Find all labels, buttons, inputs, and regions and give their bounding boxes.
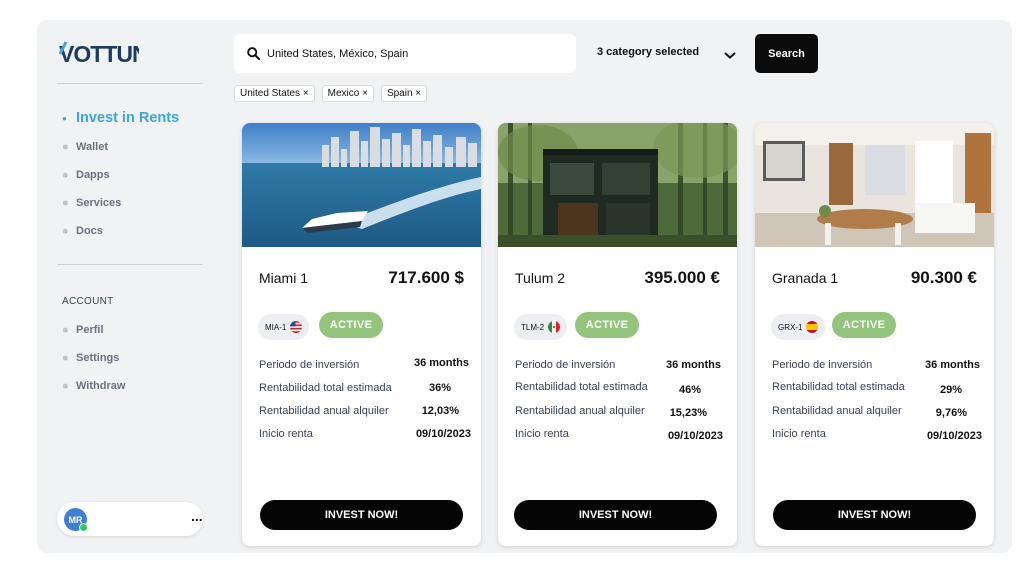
property-code-badge: TLM-2	[514, 314, 568, 340]
row-label: Rentabilidad total estimada	[259, 382, 392, 394]
property-price: 90.300 €	[910, 268, 977, 287]
nav-wallet[interactable]: ✵ Wallet	[62, 141, 108, 153]
property-price: 395.000 €	[644, 268, 720, 287]
property-image	[498, 123, 737, 247]
gear-icon: ✵	[62, 353, 69, 363]
bullet-icon: ●	[62, 113, 67, 123]
filter-chip-mexico[interactable]: Mexico ×	[321, 85, 374, 102]
online-status-icon	[79, 523, 88, 532]
search-input[interactable]	[267, 47, 567, 60]
nav-settings[interactable]: ✵ Settings	[62, 352, 119, 364]
status-badge: ACTIVE	[319, 312, 383, 338]
invest-now-button[interactable]: INVEST NOW!	[773, 500, 976, 530]
nav-perfil[interactable]: ✵ Perfil	[62, 324, 104, 336]
property-card-miami[interactable]: Miami 1 717.600 $ MIA-1 ACTIVE Periodo d…	[242, 123, 481, 546]
search-button[interactable]: Search	[755, 34, 818, 73]
nav-label: Services	[76, 197, 122, 209]
sidebar-divider	[57, 83, 203, 84]
vottun-logo[interactable]: VOTTUN	[58, 38, 149, 67]
row-label: Rentabilidad anual alquiler	[515, 405, 645, 417]
account-section-label: ACCOUNT	[62, 296, 114, 307]
nav-label: Wallet	[76, 141, 108, 153]
row-label: Rentabilidad total estimada	[772, 381, 905, 393]
row-value: 12,03%	[421, 405, 459, 417]
nav-dapps[interactable]: ✵ Dapps	[62, 169, 110, 181]
property-code: TLM-2	[521, 322, 545, 332]
gear-icon: ✵	[62, 325, 69, 335]
category-dropdown[interactable]: 3 category selected	[597, 46, 699, 58]
sidebar-divider	[57, 264, 203, 265]
row-label: Rentabilidad total estimada	[515, 381, 648, 393]
row-value: 36%	[428, 382, 451, 394]
row-label: Inicio renta	[772, 428, 826, 440]
row-value: 36 months	[924, 359, 980, 371]
row-label: Inicio renta	[259, 428, 313, 440]
property-name: Miami 1	[259, 270, 309, 286]
row-value: 29%	[939, 384, 962, 396]
nav-invest-in-rents[interactable]: ● Invest in Rents	[62, 110, 179, 126]
nav-label: Docs	[76, 225, 103, 237]
gear-icon: ✵	[62, 198, 69, 208]
property-code: MIA-1	[265, 322, 287, 332]
user-menu[interactable]: MR ...	[57, 502, 203, 536]
row-value: 09/10/2023	[926, 430, 982, 442]
nav-label: Withdraw	[76, 380, 126, 392]
svg-text:VOTTUN: VOTTUN	[59, 41, 139, 66]
row-value: 9,76%	[935, 407, 967, 419]
chevron-down-icon[interactable]	[724, 47, 736, 65]
nav-services[interactable]: ✵ Services	[62, 197, 121, 209]
row-value: 36 months	[413, 357, 469, 369]
status-badge: ACTIVE	[832, 312, 896, 338]
filter-chip-spain[interactable]: Spain ×	[380, 85, 428, 102]
property-code-badge: MIA-1	[258, 314, 310, 340]
property-name: Granada 1	[772, 270, 839, 286]
nav-label: Dapps	[76, 169, 110, 181]
search-bar[interactable]	[234, 34, 576, 73]
property-image	[242, 123, 481, 247]
property-name: Tulum 2	[515, 270, 566, 286]
filter-chip-united-states[interactable]: United States ×	[234, 85, 315, 102]
nav-label: Perfil	[76, 324, 104, 336]
invest-now-button[interactable]: INVEST NOW!	[514, 500, 717, 530]
row-label: Inicio renta	[515, 428, 569, 440]
spain-flag-icon	[806, 321, 819, 333]
property-code: GRX-1	[778, 322, 803, 332]
row-label: Periodo de inversión	[772, 359, 873, 371]
gear-icon: ✵	[62, 170, 69, 180]
row-label: Rentabilidad anual alquiler	[772, 405, 902, 417]
property-price: 717.600 $	[388, 268, 464, 287]
row-value: 09/10/2023	[415, 428, 471, 440]
nav-label: Invest in Rents	[76, 110, 180, 126]
gear-icon: ✵	[62, 226, 69, 236]
more-options-button[interactable]: ...	[191, 508, 203, 524]
filter-chips: United States × Mexico × Spain ×	[234, 85, 428, 102]
nav-label: Settings	[76, 352, 120, 364]
app-window: VOTTUN ● Invest in Rents ✵ Wallet ✵ Dapp…	[37, 20, 1012, 553]
row-label: Rentabilidad anual alquiler	[259, 405, 389, 417]
row-value: 15,23%	[669, 407, 707, 419]
status-badge: ACTIVE	[575, 312, 639, 338]
property-card-granada[interactable]: Granada 1 90.300 € GRX-1 ACTIVE Periodo …	[755, 123, 994, 546]
property-card-tulum[interactable]: Tulum 2 395.000 € TLM-2 ACTIVE Periodo d…	[498, 123, 737, 546]
row-label: Periodo de inversión	[259, 359, 360, 371]
row-value: 46%	[678, 384, 701, 396]
search-icon	[247, 47, 260, 60]
row-label: Periodo de inversión	[515, 359, 616, 371]
nav-docs[interactable]: ✵ Docs	[62, 225, 103, 237]
property-code-badge: GRX-1	[771, 314, 826, 340]
usa-flag-icon	[290, 321, 303, 333]
row-value: 09/10/2023	[667, 430, 723, 442]
invest-now-button[interactable]: INVEST NOW!	[260, 500, 463, 530]
gear-icon: ✵	[62, 142, 69, 152]
row-value: 36 months	[665, 359, 721, 371]
property-image	[755, 123, 994, 247]
mexico-flag-icon	[548, 321, 561, 333]
gear-icon: ✵	[62, 381, 69, 391]
nav-withdraw[interactable]: ✵ Withdraw	[62, 380, 125, 392]
